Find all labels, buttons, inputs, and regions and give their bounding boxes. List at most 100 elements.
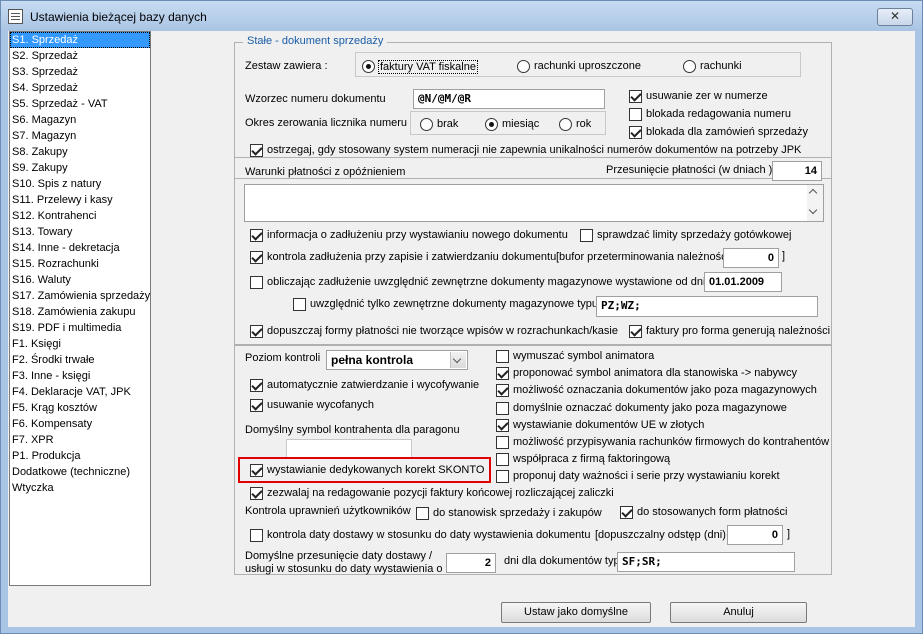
checkbox-faktoring[interactable] — [496, 453, 509, 466]
nav-item[interactable]: S15. Rozrachunki — [10, 256, 150, 272]
radio-okres-brak-label: brak — [437, 118, 459, 130]
automatycznie-label: automatycznie zatwierdzanie i wycofywani… — [267, 379, 480, 391]
obliczajac-date-input[interactable]: 01.01.2009 — [704, 272, 782, 292]
close-button[interactable]: ✕ — [877, 8, 913, 26]
nav-item[interactable]: S4. Sprzedaż — [10, 80, 150, 96]
checkbox-uwzglednic[interactable] — [293, 298, 306, 311]
scroll-up-icon[interactable] — [808, 188, 818, 198]
radio-okres-rok[interactable] — [559, 118, 572, 131]
checkbox-kontrola-daty[interactable] — [250, 529, 263, 542]
checkbox-dopuszczaj[interactable] — [250, 325, 263, 338]
przes-input[interactable]: 2 — [446, 553, 496, 573]
usuwanie-wycofanych-label: usuwanie wycofanych — [267, 399, 375, 411]
nav-item[interactable]: S2. Sprzedaż — [10, 48, 150, 64]
checkbox-proponowac-animatora[interactable] — [496, 367, 509, 380]
nav-item[interactable]: S17. Zamówienia sprzedaży — [10, 288, 150, 304]
wymuszac-animatora-label: wymuszać symbol animatora — [513, 350, 655, 362]
uwzglednic-input[interactable]: PZ;WZ; — [596, 296, 818, 317]
checkbox-limity[interactable] — [580, 229, 593, 242]
bufor-close-bracket: ] — [782, 250, 786, 262]
radio-rachunki-label: rachunki — [700, 60, 742, 72]
nav-item[interactable]: F2. Środki trwałe — [10, 352, 150, 368]
checkbox-stanowisk[interactable] — [416, 507, 429, 520]
radio-rachunki[interactable] — [683, 60, 696, 73]
checkbox-ue-zlotych[interactable] — [496, 419, 509, 432]
kontrola-daty-label: kontrola daty dostawy w stosunku do daty… — [267, 529, 591, 541]
nav-item[interactable]: F1. Księgi — [10, 336, 150, 352]
dni-input[interactable]: SF;SR; — [617, 552, 795, 572]
poziom-label: Poziom kontroli — [245, 352, 321, 364]
checkbox-blokada-zamowien[interactable] — [629, 126, 642, 139]
scroll-down-icon[interactable] — [808, 205, 818, 215]
checkbox-rachunki-firmowe[interactable] — [496, 436, 509, 449]
checkbox-daty-waznosci[interactable] — [496, 470, 509, 483]
nav-item[interactable]: S6. Magazyn — [10, 112, 150, 128]
nav-item[interactable]: S3. Sprzedaż — [10, 64, 150, 80]
checkbox-zezwalaj[interactable] — [250, 487, 263, 500]
przes-label-line1: Domyślne przesunięcie daty dostawy / — [245, 550, 433, 562]
przesuniecie-input[interactable]: 14 — [772, 161, 822, 181]
nav-item[interactable]: F5. Krąg kosztów — [10, 400, 150, 416]
usuwanie-zer-label: usuwanie zer w numerze — [646, 90, 768, 102]
section-list[interactable]: S1. Sprzedaż S2. Sprzedaż S3. Sprzedaż S4. … — [9, 31, 151, 586]
domyslnie-poza-label: domyślnie oznaczać dokumenty jako poza m… — [513, 402, 787, 414]
nav-item[interactable]: F3. Inne - księgi — [10, 368, 150, 384]
nav-item[interactable]: S14. Inne - dekretacja — [10, 240, 150, 256]
checkbox-kontrola-zadluzenia[interactable] — [250, 251, 263, 264]
checkbox-blokada-redagowania[interactable] — [629, 108, 642, 121]
radio-faktury-vat[interactable] — [362, 60, 375, 73]
nav-item[interactable]: Dodatkowe (techniczne) — [10, 464, 150, 480]
nav-item[interactable]: S18. Zamówienia zakupu — [10, 304, 150, 320]
wzorzec-label: Wzorzec numeru dokumentu — [245, 93, 386, 105]
nav-item[interactable]: S5. Sprzedaż - VAT — [10, 96, 150, 112]
checkbox-proforma[interactable] — [629, 325, 642, 338]
nav-item[interactable]: S11. Przelewy i kasy — [10, 192, 150, 208]
checkbox-ostrzegaj[interactable] — [250, 144, 263, 157]
nav-item[interactable]: S9. Zakupy — [10, 160, 150, 176]
radio-rachunki-uproszczone-label: rachunki uproszczone — [534, 60, 642, 72]
nav-item[interactable]: Wtyczka — [10, 480, 150, 496]
nav-item[interactable]: S16. Waluty — [10, 272, 150, 288]
checkbox-poza-magazynowe[interactable] — [496, 384, 509, 397]
checkbox-obliczajac[interactable] — [250, 276, 263, 289]
nav-item[interactable]: F4. Deklaracje VAT, JPK — [10, 384, 150, 400]
nav-item[interactable]: S10. Spis z natury — [10, 176, 150, 192]
nav-item[interactable]: S12. Kontrahenci — [10, 208, 150, 224]
radio-okres-miesiac[interactable] — [485, 118, 498, 131]
checkbox-skonto[interactable] — [250, 464, 263, 477]
nav-item[interactable]: P1. Produkcja — [10, 448, 150, 464]
nav-item[interactable]: F6. Kompensaty — [10, 416, 150, 432]
nav-item[interactable]: S8. Zakupy — [10, 144, 150, 160]
checkbox-domyslnie-poza[interactable] — [496, 402, 509, 415]
set-default-button[interactable]: Ustaw jako domyślne — [501, 602, 651, 623]
ue-zlotych-label: wystawianie dokumentów UE w złotych — [513, 419, 705, 431]
nav-item[interactable]: S13. Towary — [10, 224, 150, 240]
chevron-down-icon[interactable] — [450, 352, 466, 368]
symbol-input[interactable] — [286, 439, 412, 459]
checkbox-usuwanie-wycofanych[interactable] — [250, 399, 263, 412]
checkbox-formy-platnosci[interactable] — [620, 506, 633, 519]
blokada-redagowania-label: blokada redagowania numeru — [646, 108, 791, 120]
wzorzec-input[interactable]: @N/@M/@R — [413, 89, 605, 109]
checkbox-automatycznie[interactable] — [250, 379, 263, 392]
textarea-scrollbar[interactable] — [807, 185, 823, 221]
checkbox-usuwanie-zer[interactable] — [629, 90, 642, 103]
faktoring-label: współpraca z firmą faktoringową — [513, 453, 671, 465]
settings-window: Ustawienia bieżącej bazy danych ✕ S1. Sp… — [0, 0, 923, 634]
nav-item[interactable]: F7. XPR — [10, 432, 150, 448]
warunki-textarea[interactable] — [244, 184, 824, 222]
radio-rachunki-uproszczone[interactable] — [517, 60, 530, 73]
nav-item[interactable]: S19. PDF i multimedia — [10, 320, 150, 336]
bufor-input[interactable]: 0 — [723, 248, 779, 268]
close-icon: ✕ — [889, 9, 901, 23]
limity-label: sprawdzać limity sprzedaży gotówkowej — [597, 229, 792, 241]
radio-okres-brak[interactable] — [420, 118, 433, 131]
checkbox-wymuszac-animatora[interactable] — [496, 350, 509, 363]
poziom-select[interactable]: pełna kontrola — [326, 350, 468, 370]
przes-label-line2: usługi w stosunku do daty wystawienia o — [245, 563, 443, 575]
checkbox-informacja[interactable] — [250, 229, 263, 242]
cancel-button[interactable]: Anuluj — [670, 602, 807, 623]
odstep-input[interactable]: 0 — [727, 525, 783, 545]
nav-item[interactable]: S1. Sprzedaż — [10, 32, 150, 48]
nav-item[interactable]: S7. Magazyn — [10, 128, 150, 144]
